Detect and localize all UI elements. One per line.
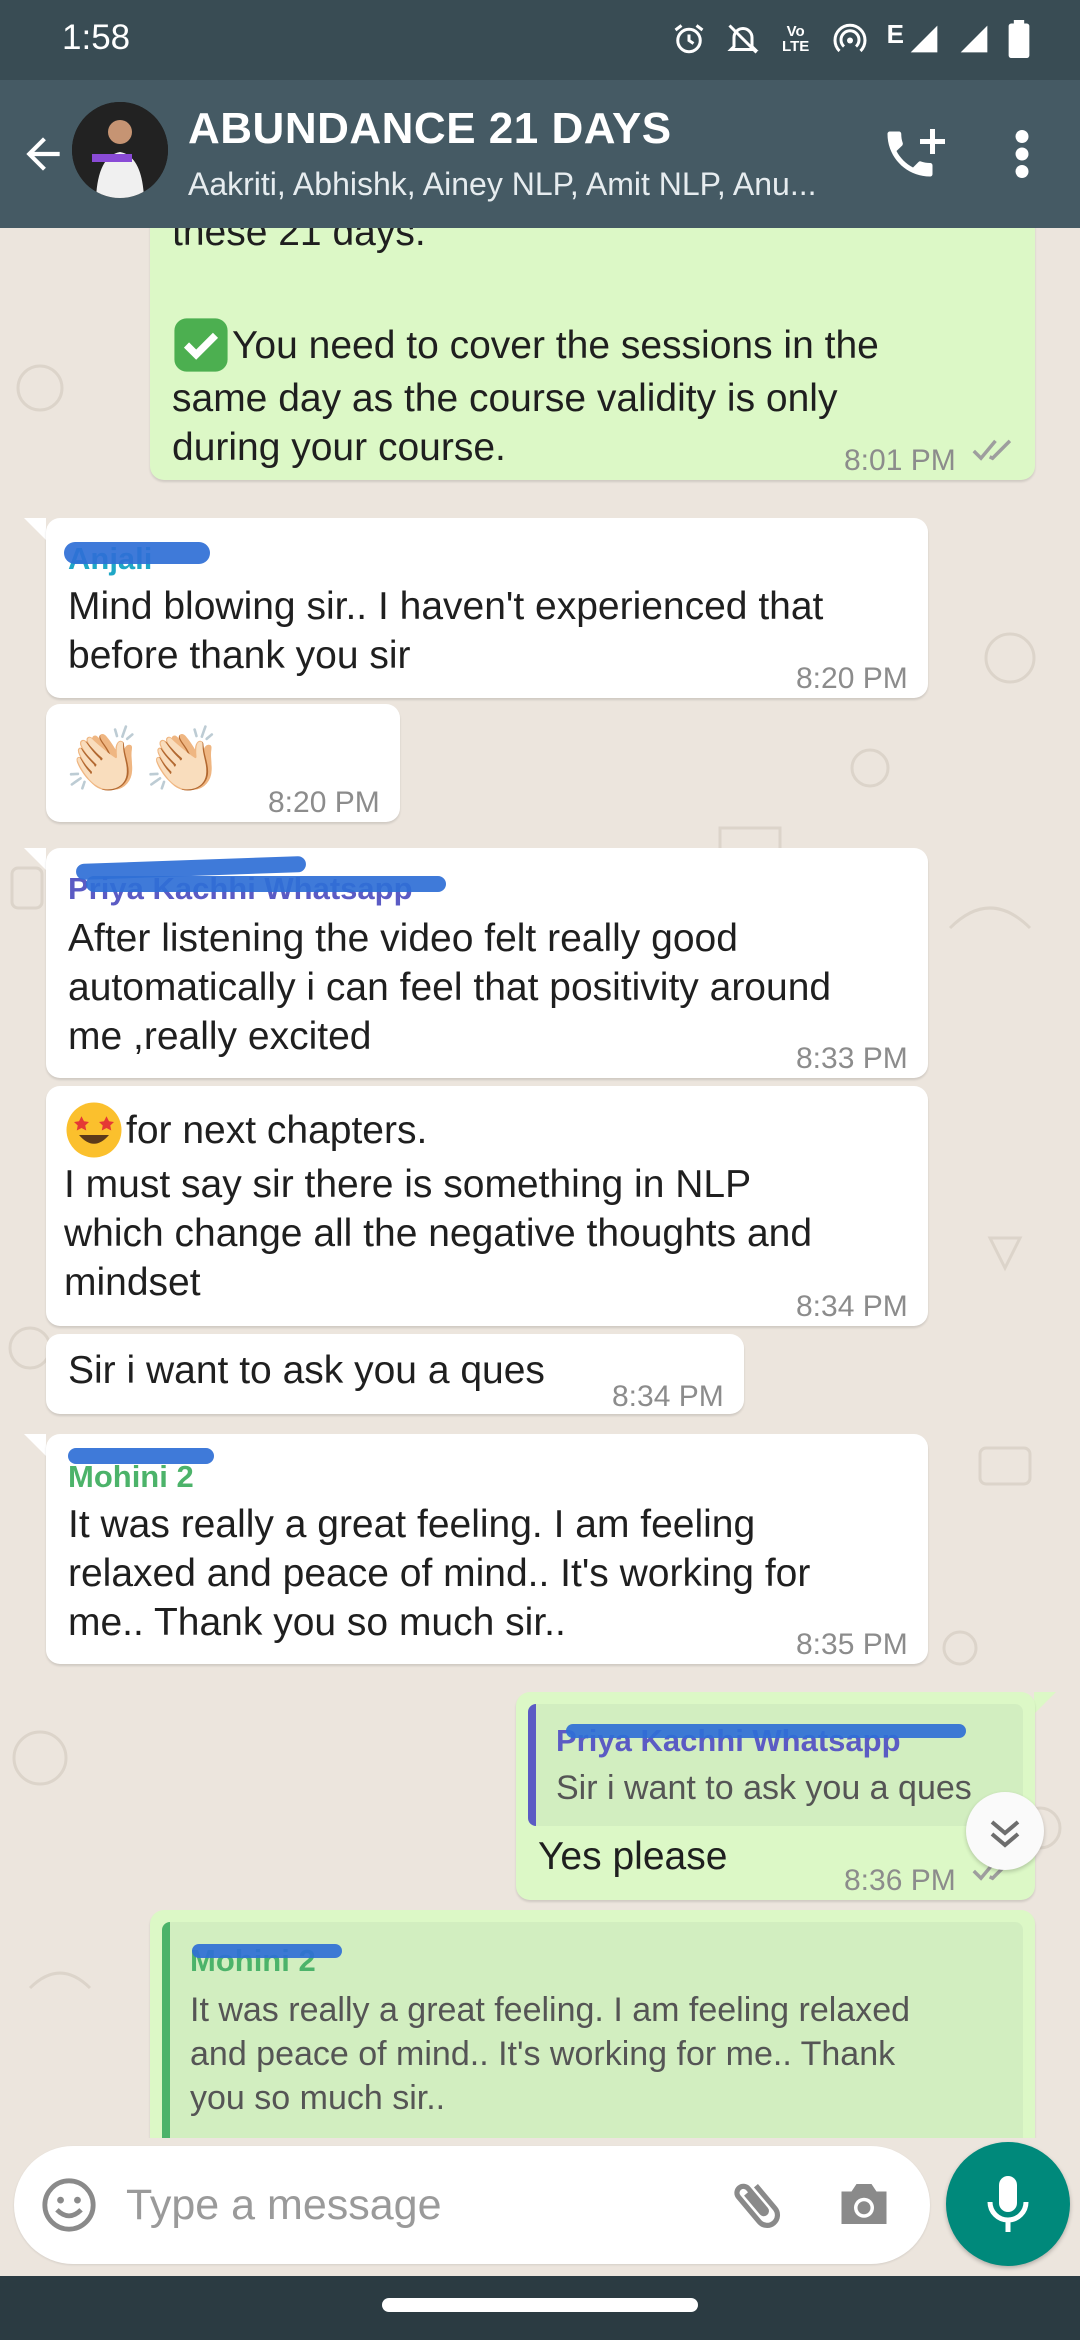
signal-icon: [910, 25, 938, 53]
status-time: 1:58: [62, 18, 131, 57]
mic-icon: [987, 2176, 1029, 2232]
signal-2-icon: [960, 25, 988, 53]
redaction-scribble: [86, 876, 446, 892]
scroll-down-icon: [990, 1820, 1020, 1848]
message-text: It was really a great feeling. I am feel…: [68, 1503, 811, 1644]
message-time: 8:36 PM: [844, 1864, 956, 1897]
redaction-scribble: [566, 1724, 966, 1738]
hotspot-icon: [833, 23, 867, 53]
star-struck-icon: [66, 1102, 122, 1158]
volte-icon: Vo LTE: [782, 23, 810, 55]
voice-record-button[interactable]: [946, 2142, 1070, 2266]
message-bubble-incoming[interactable]: for next chapters. I must say sir there …: [46, 1086, 928, 1326]
message-bubble-incoming[interactable]: Mohini 2 It was really a great feeling. …: [46, 1434, 928, 1664]
message-text: Yes please: [538, 1835, 728, 1878]
network-type-label: E: [886, 18, 904, 49]
message-bubble-incoming[interactable]: Anjali Mind blowing sir.. I haven't expe…: [46, 518, 928, 698]
quoted-message[interactable]: Priya Kachhi Whatsapp Sir i want to ask …: [528, 1704, 1023, 1826]
camera-icon[interactable]: [834, 2176, 894, 2232]
chat-participants[interactable]: Aakriti, Abhishk, Ainey NLP, Amit NLP, A…: [188, 166, 817, 203]
bubble-tail: [24, 518, 46, 540]
home-gesture-pill[interactable]: [382, 2298, 698, 2312]
message-time: 8:20 PM: [268, 786, 380, 819]
redaction-scribble: [68, 1448, 214, 1464]
bubble-tail: [24, 848, 46, 870]
message-composer: [14, 2146, 930, 2264]
alarm-icon: [674, 24, 704, 54]
more-vert-icon[interactable]: [1002, 124, 1042, 184]
battery-icon: [1008, 20, 1030, 58]
avatar-image: [72, 102, 168, 198]
message-bubble-outgoing[interactable]: these 21 days. You need to cover the ses…: [150, 228, 1035, 480]
system-nav-bar: [0, 2276, 1080, 2340]
message-time: 8:35 PM: [796, 1628, 908, 1661]
attach-icon[interactable]: [726, 2174, 788, 2236]
message-time: 8:34 PM: [612, 1380, 724, 1413]
message-bubble-outgoing[interactable]: Priya Kachhi Whatsapp Sir i want to ask …: [516, 1692, 1035, 1900]
message-input[interactable]: [126, 2168, 706, 2242]
message-bubble-outgoing[interactable]: Mohini 2 It was really a great feeling. …: [150, 1910, 1035, 2138]
quoted-text: It was really a great feeling. I am feel…: [190, 1991, 911, 2117]
status-bar: 1:58 Vo LTE E: [0, 0, 1080, 80]
chat-title[interactable]: ABUNDANCE 21 DAYS: [188, 104, 672, 154]
status-icons: Vo LTE E: [671, 18, 1030, 58]
emoji-icon[interactable]: [40, 2176, 98, 2234]
check-mark-icon: [174, 318, 228, 372]
scroll-down-button[interactable]: [966, 1792, 1044, 1870]
message-bubble-incoming[interactable]: Priya Kachhi Whatsapp After listening th…: [46, 848, 928, 1078]
back-arrow-icon[interactable]: [18, 124, 68, 184]
chat-header: ABUNDANCE 21 DAYS Aakriti, Abhishk, Aine…: [0, 80, 1080, 228]
message-text: for next chapters. I must say sir there …: [64, 1100, 914, 1307]
emoji-text: 👏🏻👏🏻: [64, 724, 224, 796]
message-list[interactable]: these 21 days. You need to cover the ses…: [0, 228, 1080, 2138]
add-call-icon[interactable]: [880, 124, 950, 184]
message-time: 8:34 PM: [796, 1290, 908, 1323]
message-time: 8:33 PM: [796, 1042, 908, 1075]
message-time: 8:20 PM: [796, 662, 908, 695]
quoted-message[interactable]: Mohini 2 It was really a great feeling. …: [162, 1922, 1023, 2138]
redaction-scribble: [64, 542, 210, 564]
group-avatar[interactable]: [72, 102, 168, 198]
message-text: After listening the video felt really go…: [68, 917, 832, 1058]
message-text: Mind blowing sir.. I haven't experienced…: [68, 585, 824, 677]
message-bubble-incoming[interactable]: 👏🏻👏🏻 8:20 PM: [46, 704, 400, 822]
bubble-tail: [1034, 1692, 1056, 1714]
message-bubble-incoming[interactable]: Sir i want to ask you a ques 8:34 PM: [46, 1334, 744, 1414]
quoted-text: Sir i want to ask you a ques: [556, 1769, 972, 1807]
muted-bell-icon: [727, 24, 759, 54]
message-time: 8:01 PM: [844, 444, 956, 477]
bubble-tail: [24, 1434, 46, 1456]
message-text: Sir i want to ask you a ques: [68, 1349, 545, 1392]
double-tick-icon: [972, 439, 1012, 461]
redaction-scribble: [192, 1944, 342, 1958]
